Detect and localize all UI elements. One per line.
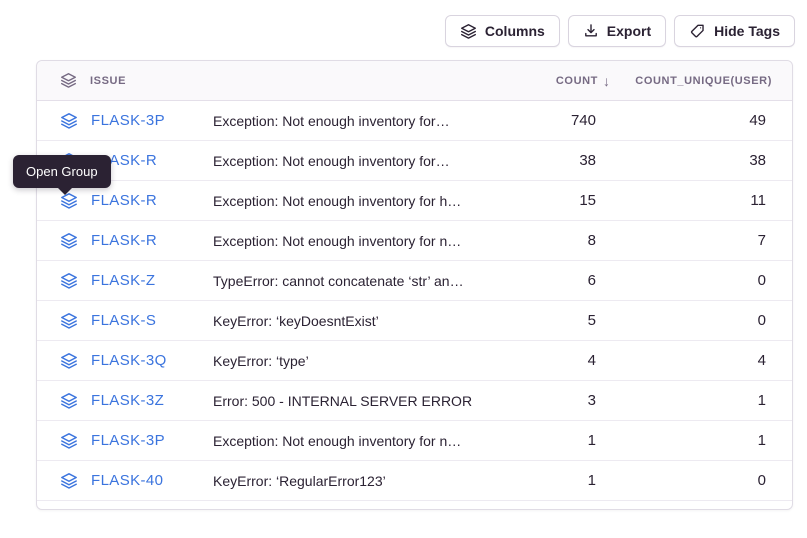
- count-unique-value: 49: [620, 112, 792, 129]
- table-row: FLASK-R Exception: Not enough inventory …: [37, 181, 792, 221]
- issue-summary: KeyError: ‘type’: [213, 353, 500, 369]
- issue-summary: Exception: Not enough inventory for n…: [213, 433, 500, 449]
- count-value: 38: [500, 152, 620, 169]
- table-row: FLASK-R Exception: Not enough inventory …: [37, 221, 792, 261]
- issue-link[interactable]: FLASK-S: [91, 312, 156, 329]
- count-unique-value: 38: [620, 152, 792, 169]
- count-value: 6: [500, 272, 620, 289]
- table-row: FLASK-3P Exception: Not enough inventory…: [37, 101, 792, 141]
- toolbar: Columns Export Hide Tags: [445, 15, 795, 47]
- issue-summary: Exception: Not enough inventory for n…: [213, 233, 500, 249]
- count-value: 3: [500, 392, 620, 409]
- count-value: 4: [500, 352, 620, 369]
- issue-summary: Error: 500 - INTERNAL SERVER ERROR: [213, 393, 500, 409]
- issue-link[interactable]: FLASK-3P: [91, 432, 165, 449]
- open-group-icon[interactable]: [60, 472, 78, 490]
- export-button-label: Export: [607, 23, 651, 39]
- open-group-tooltip: Open Group: [13, 155, 111, 188]
- count-value: 740: [500, 112, 620, 129]
- table-row: FLASK-40 KeyError: ‘RegularError123’ 1 0: [37, 461, 792, 501]
- count-unique-value: 0: [620, 472, 792, 489]
- count-unique-value: 4: [620, 352, 792, 369]
- table-row: FLASK-3P Exception: Not enough inventory…: [37, 421, 792, 461]
- count-value: 8: [500, 232, 620, 249]
- count-unique-column-header[interactable]: COUNT_UNIQUE(USER): [620, 75, 792, 87]
- open-group-icon[interactable]: [60, 312, 78, 330]
- columns-button-label: Columns: [485, 23, 545, 39]
- table-row: FLASK-3Z Error: 500 - INTERNAL SERVER ER…: [37, 381, 792, 421]
- open-group-icon[interactable]: [60, 352, 78, 370]
- issue-link[interactable]: FLASK-3P: [91, 112, 165, 129]
- sort-descending-icon: ↓: [603, 73, 610, 89]
- count-header-label: COUNT: [556, 75, 598, 87]
- table-row: FLASK-Z TypeError: cannot concatenate ‘s…: [37, 261, 792, 301]
- issue-link[interactable]: FLASK-3Z: [91, 392, 164, 409]
- issue-summary: KeyError: ‘keyDoesntExist’: [213, 313, 500, 329]
- issue-summary: Exception: Not enough inventory for…: [213, 113, 500, 129]
- issue-link[interactable]: FLASK-3Q: [91, 352, 167, 369]
- table-row: FLASK-3Q KeyError: ‘type’ 4 4: [37, 341, 792, 381]
- export-button[interactable]: Export: [568, 15, 666, 47]
- results-table: ISSUE COUNT ↓ COUNT_UNIQUE(USER) FLASK-3…: [36, 60, 793, 510]
- open-group-icon[interactable]: [60, 432, 78, 450]
- tag-icon: [689, 23, 706, 40]
- issue-header-label: ISSUE: [90, 75, 126, 87]
- open-group-icon[interactable]: [60, 272, 78, 290]
- issue-link[interactable]: FLASK-R: [91, 192, 157, 209]
- issue-summary: KeyError: ‘RegularError123’: [213, 473, 500, 489]
- count-value: 5: [500, 312, 620, 329]
- hide-tags-button[interactable]: Hide Tags: [674, 15, 795, 47]
- open-group-tooltip-label: Open Group: [26, 164, 98, 179]
- count-unique-value: 1: [620, 392, 792, 409]
- hide-tags-button-label: Hide Tags: [714, 23, 780, 39]
- columns-button[interactable]: Columns: [445, 15, 560, 47]
- download-icon: [583, 23, 599, 39]
- table-row: FLASK-R Exception: Not enough inventory …: [37, 141, 792, 181]
- issue-column-header[interactable]: ISSUE: [37, 72, 213, 89]
- layers-icon: [60, 72, 77, 89]
- open-group-icon[interactable]: [60, 112, 78, 130]
- table-header-row: ISSUE COUNT ↓ COUNT_UNIQUE(USER): [37, 61, 792, 101]
- count-value: 1: [500, 472, 620, 489]
- count-unique-value: 0: [620, 272, 792, 289]
- issue-link[interactable]: FLASK-R: [91, 232, 157, 249]
- count-unique-value: 11: [620, 192, 792, 209]
- issue-link[interactable]: FLASK-40: [91, 472, 163, 489]
- count-value: 15: [500, 192, 620, 209]
- count-unique-value: 1: [620, 432, 792, 449]
- count-column-header[interactable]: COUNT ↓: [500, 73, 620, 89]
- issue-summary: Exception: Not enough inventory for…: [213, 153, 500, 169]
- open-group-icon[interactable]: [60, 232, 78, 250]
- count-unique-value: 0: [620, 312, 792, 329]
- table-row: FLASK-S KeyError: ‘keyDoesntExist’ 5 0: [37, 301, 792, 341]
- issue-summary: Exception: Not enough inventory for h…: [213, 193, 500, 209]
- count-value: 1: [500, 432, 620, 449]
- issue-summary: TypeError: cannot concatenate ‘str’ an…: [213, 273, 500, 289]
- count-unique-value: 7: [620, 232, 792, 249]
- open-group-icon[interactable]: [60, 392, 78, 410]
- count-unique-header-label: COUNT_UNIQUE(USER): [635, 75, 772, 87]
- layers-icon: [460, 23, 477, 40]
- issue-link[interactable]: FLASK-Z: [91, 272, 155, 289]
